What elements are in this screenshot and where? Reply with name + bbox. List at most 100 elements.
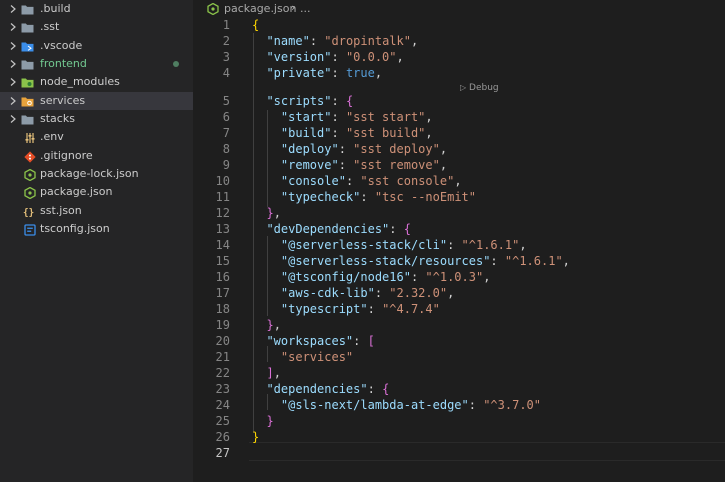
- folder-icon: [21, 113, 34, 126]
- code-line[interactable]: 27: [193, 445, 725, 461]
- explorer-item-stacks[interactable]: stacks: [0, 110, 193, 128]
- code-token: :: [360, 190, 375, 204]
- code-line[interactable]: 21 "services": [193, 349, 725, 365]
- code-line[interactable]: 26}: [193, 429, 725, 445]
- code-line[interactable]: 5 "scripts": {: [193, 93, 725, 109]
- code-line[interactable]: 15 "@serverless-stack/resources": "^1.6.…: [193, 253, 725, 269]
- line-number: 8: [222, 142, 230, 156]
- breadcrumb: package.json › ...: [193, 0, 725, 18]
- code-token: :: [331, 50, 346, 64]
- code-token: "@tsconfig/node16": [280, 270, 411, 284]
- code-token: "remove": [280, 158, 339, 172]
- breadcrumb-file[interactable]: package.json: [224, 2, 296, 15]
- code-line[interactable]: 19 },: [193, 317, 725, 333]
- code-token: "@serverless-stack/cli": [280, 238, 448, 252]
- code-text: "version": "0.0.0",: [252, 49, 403, 65]
- code-line[interactable]: 24 "@sls-next/lambda-at-edge": "^3.7.0": [193, 397, 725, 413]
- code-line[interactable]: 13 "devDependencies": {: [193, 221, 725, 237]
- explorer-item-services[interactable]: services: [0, 92, 193, 110]
- code-text: "console": "sst console",: [252, 173, 462, 189]
- code-token: :: [331, 66, 346, 80]
- explorer-item-env[interactable]: .env: [0, 128, 193, 146]
- breadcrumb-ellipsis[interactable]: ...: [300, 2, 311, 15]
- explorer-item-package-lock-json[interactable]: package-lock.json: [0, 165, 193, 183]
- code-token: ,: [562, 254, 570, 268]
- code-token: "deploy": [280, 142, 339, 156]
- line-number: 9: [222, 158, 230, 172]
- explorer-item-sst-json[interactable]: {} sst.json: [0, 202, 193, 220]
- code-token: true: [345, 66, 375, 80]
- line-number: 12: [215, 206, 230, 220]
- play-icon: ▷: [460, 83, 467, 92]
- code-text: "@serverless-stack/cli": "^1.6.1",: [252, 237, 527, 253]
- code-line[interactable]: 6 "start": "sst start",: [193, 109, 725, 125]
- code-line[interactable]: 4 "private": true,: [193, 65, 725, 81]
- line-number: 21: [215, 350, 230, 364]
- explorer-item-gitignore[interactable]: .gitignore: [0, 147, 193, 165]
- editor-pane: package.json › ... 1{2 "name": "dropinta…: [193, 0, 725, 482]
- explorer-item-vscode[interactable]: .vscode: [0, 37, 193, 55]
- line-number: 25: [215, 414, 230, 428]
- code-token: [: [367, 334, 375, 348]
- line-number: 3: [222, 50, 230, 64]
- code-token: "services": [280, 350, 354, 364]
- code-token: "@sls-next/lambda-at-edge": [280, 398, 469, 412]
- code-text: }: [252, 413, 273, 429]
- code-line[interactable]: 8 "deploy": "sst deploy",: [193, 141, 725, 157]
- code-line[interactable]: 9 "remove": "sst remove",: [193, 157, 725, 173]
- code-line[interactable]: 18 "typescript": "^4.7.4": [193, 301, 725, 317]
- code-line[interactable]: 3 "version": "0.0.0",: [193, 49, 725, 65]
- explorer-item-tsconfig-json[interactable]: tsconfig.json: [0, 220, 193, 238]
- code-line[interactable]: 20 "workspaces": [: [193, 333, 725, 349]
- code-line[interactable]: 17 "aws-cdk-lib": "2.32.0",: [193, 285, 725, 301]
- code-token: ,: [439, 158, 448, 172]
- code-token: "sst build": [345, 126, 426, 140]
- code-line[interactable]: 23 "dependencies": {: [193, 381, 725, 397]
- code-token: }: [252, 430, 260, 444]
- code-line[interactable]: 2 "name": "dropintalk",: [193, 33, 725, 49]
- code-token: ,: [425, 110, 433, 124]
- code-line[interactable]: 14 "@serverless-stack/cli": "^1.6.1",: [193, 237, 725, 253]
- code-token: ,: [439, 142, 448, 156]
- code-token: :: [468, 398, 484, 412]
- breadcrumb-separator: ›: [291, 1, 296, 14]
- explorer-item-package-json[interactable]: package.json: [0, 183, 193, 201]
- codelens-debug[interactable]: ▷ Debug: [460, 82, 499, 94]
- line-number: 24: [215, 398, 230, 412]
- code-line[interactable]: 25 }: [193, 413, 725, 429]
- vscode-folder-icon: [21, 40, 34, 53]
- code-text: "typescript": "^4.7.4": [252, 301, 440, 317]
- code-line[interactable]: 16 "@tsconfig/node16": "^1.0.3",: [193, 269, 725, 285]
- code-token: :: [331, 110, 346, 124]
- code-line[interactable]: 11 "typecheck": "tsc --noEmit": [193, 189, 725, 205]
- line-number: 13: [215, 222, 230, 236]
- code-token: "^1.6.1": [461, 238, 520, 252]
- line-number: 11: [215, 190, 230, 204]
- code-token: ,: [410, 34, 419, 48]
- explorer-item-node-modules[interactable]: node_modules: [0, 73, 193, 91]
- explorer-item-build[interactable]: .build: [0, 0, 193, 18]
- code-token: :: [367, 382, 383, 396]
- line-number: 27: [215, 446, 230, 460]
- code-text: },: [252, 205, 280, 221]
- code-line[interactable]: 22 ],: [193, 365, 725, 381]
- code-token: "@serverless-stack/resources": [280, 254, 491, 268]
- code-token: ,: [519, 238, 527, 252]
- code-line[interactable]: 10 "console": "sst console",: [193, 173, 725, 189]
- code-line[interactable]: 12 },: [193, 205, 725, 221]
- code-token: "dependencies": [266, 382, 368, 396]
- explorer-item-frontend[interactable]: frontend: [0, 55, 193, 73]
- node-folder-icon: [21, 76, 34, 89]
- json-icon: {}: [23, 205, 36, 218]
- explorer-item-sst[interactable]: .sst: [0, 18, 193, 36]
- tsconfig-icon: [23, 223, 36, 236]
- code-line[interactable]: 7 "build": "sst build",: [193, 125, 725, 141]
- code-line[interactable]: 1{: [193, 17, 725, 33]
- line-number: 10: [215, 174, 230, 188]
- chevron-right-icon: [8, 73, 18, 91]
